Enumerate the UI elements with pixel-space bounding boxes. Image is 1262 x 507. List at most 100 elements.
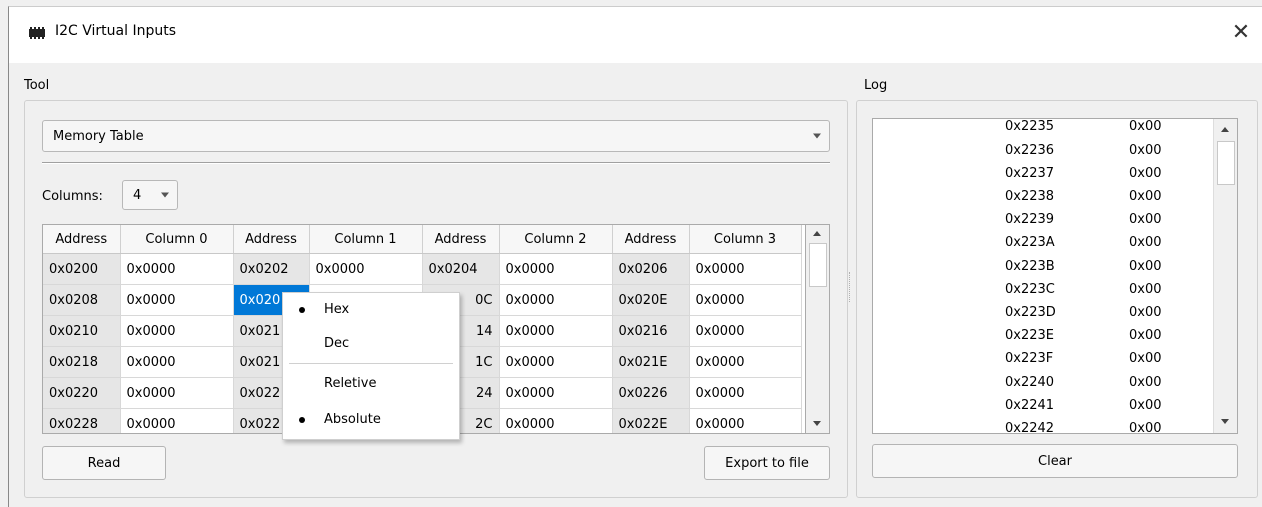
log-address: 0x2237	[1005, 166, 1055, 181]
address-cell[interactable]: 0x0220	[43, 377, 121, 409]
value-cell[interactable]: 0x0000	[499, 377, 613, 409]
value-cell[interactable]: 0x0000	[120, 408, 234, 433]
log-value: 0x00	[1129, 119, 1162, 134]
column-header[interactable]: Address	[612, 225, 690, 254]
column-header[interactable]: Address	[233, 225, 310, 254]
log-value: 0x00	[1129, 375, 1162, 390]
column-header[interactable]: Address	[43, 225, 121, 254]
menu-item-label: Absolute	[324, 412, 381, 427]
radio-bullet-icon	[299, 307, 305, 313]
menu-item-dec[interactable]: Dec	[283, 329, 459, 359]
close-button[interactable]: ✕	[1225, 17, 1257, 47]
value-cell[interactable]: 0x0000	[499, 284, 613, 316]
title-bar: I2C Virtual Inputs ✕	[9, 7, 1262, 63]
log-value: 0x00	[1129, 398, 1162, 413]
value-cell[interactable]: 0x0000	[689, 377, 802, 409]
read-button[interactable]: Read	[42, 446, 166, 480]
column-header[interactable]: Column 1	[309, 225, 423, 254]
value-cell[interactable]: 0x0000	[120, 315, 234, 347]
log-value: 0x00	[1129, 328, 1162, 343]
address-cell[interactable]: 0x022E	[612, 408, 690, 433]
tool-section-label: Tool	[24, 78, 50, 93]
log-address: 0x223D	[1005, 305, 1056, 320]
value-cell[interactable]: 0x0000	[499, 346, 613, 378]
scrollbar-thumb[interactable]	[1217, 141, 1235, 185]
clear-button[interactable]: Clear	[872, 444, 1238, 478]
log-section-label: Log	[864, 78, 888, 93]
chevron-down-icon	[813, 133, 821, 139]
scroll-up-icon[interactable]	[813, 231, 821, 236]
value-cell[interactable]: 0x0000	[499, 315, 613, 347]
log-address: 0x2240	[1005, 375, 1055, 390]
divider-highlight	[42, 163, 830, 164]
log-address: 0x2241	[1005, 398, 1055, 413]
log-value: 0x00	[1129, 305, 1162, 320]
address-cell[interactable]: 0x0200	[43, 253, 121, 285]
log-list: 0x2235 0x00 0x2236 0x00 0x2237 0x00 0x22…	[872, 118, 1238, 434]
table-scrollbar[interactable]	[806, 224, 830, 434]
log-address: 0x2235	[1005, 119, 1055, 134]
scrollbar-thumb[interactable]	[809, 243, 827, 287]
value-cell[interactable]: 0x0000	[309, 253, 423, 285]
log-value: 0x00	[1129, 421, 1162, 434]
log-address: 0x2236	[1005, 143, 1055, 158]
splitter-handle[interactable]	[849, 272, 852, 302]
address-cell[interactable]: 0x0208	[43, 284, 121, 316]
menu-item-relative[interactable]: Reletive	[283, 369, 459, 399]
address-cell[interactable]: 0x020E	[612, 284, 690, 316]
log-address: 0x2242	[1005, 421, 1055, 434]
value-cell[interactable]: 0x0000	[120, 377, 234, 409]
value-cell[interactable]: 0x0000	[120, 253, 234, 285]
address-cell[interactable]: 0x0218	[43, 346, 121, 378]
menu-item-label: Dec	[324, 336, 350, 351]
context-menu: Hex Dec Reletive Absolute	[282, 292, 460, 440]
value-cell[interactable]: 0x0000	[499, 253, 613, 285]
chevron-down-icon	[161, 192, 169, 198]
log-value: 0x00	[1129, 143, 1162, 158]
column-header[interactable]: Address	[422, 225, 500, 254]
scroll-down-icon[interactable]	[1221, 419, 1229, 424]
address-cell[interactable]: 0x0216	[612, 315, 690, 347]
scroll-up-icon[interactable]	[1221, 127, 1229, 132]
address-cell[interactable]: 0x0204	[422, 253, 500, 285]
menu-item-label: Reletive	[324, 376, 377, 391]
log-value: 0x00	[1129, 351, 1162, 366]
value-cell[interactable]: 0x0000	[499, 408, 613, 433]
address-cell[interactable]: 0x0226	[612, 377, 690, 409]
mode-select-value: Memory Table	[53, 128, 144, 144]
table-row: 0x0200 0x0000 0x0202 0x0000 0x0204 0x000…	[43, 253, 802, 285]
menu-item-label: Hex	[324, 302, 350, 317]
address-cell[interactable]: 0x0206	[612, 253, 690, 285]
menu-item-absolute[interactable]: Absolute	[283, 405, 459, 435]
value-cell[interactable]: 0x0000	[120, 284, 234, 316]
column-header[interactable]: Column 2	[499, 225, 613, 254]
value-cell[interactable]: 0x0000	[689, 346, 802, 378]
scroll-down-icon[interactable]	[813, 421, 821, 426]
address-cell[interactable]: 0x0228	[43, 408, 121, 433]
chip-icon	[29, 27, 45, 39]
value-cell[interactable]: 0x0000	[689, 284, 802, 316]
log-value: 0x00	[1129, 282, 1162, 297]
table-header-row: Address Column 0 Address Column 1 Addres…	[43, 225, 802, 254]
log-value: 0x00	[1129, 166, 1162, 181]
columns-select[interactable]: 4	[122, 180, 178, 210]
column-header[interactable]: Column 0	[120, 225, 234, 254]
columns-select-value: 4	[133, 187, 142, 203]
value-cell[interactable]: 0x0000	[120, 346, 234, 378]
log-address: 0x223A	[1005, 235, 1055, 250]
value-cell[interactable]: 0x0000	[689, 253, 802, 285]
menu-item-hex[interactable]: Hex	[283, 295, 459, 325]
column-header[interactable]: Column 3	[689, 225, 802, 254]
menu-separator	[289, 363, 453, 364]
address-cell[interactable]: 0x0202	[233, 253, 310, 285]
address-cell[interactable]: 0x021E	[612, 346, 690, 378]
address-cell[interactable]: 0x0210	[43, 315, 121, 347]
log-scrollbar[interactable]	[1213, 119, 1237, 433]
log-value: 0x00	[1129, 212, 1162, 227]
value-cell[interactable]: 0x0000	[689, 315, 802, 347]
log-address: 0x223B	[1005, 259, 1055, 274]
mode-select[interactable]: Memory Table	[42, 120, 830, 152]
export-button[interactable]: Export to file	[704, 446, 830, 480]
value-cell[interactable]: 0x0000	[689, 408, 802, 433]
log-address: 0x223F	[1005, 351, 1054, 366]
